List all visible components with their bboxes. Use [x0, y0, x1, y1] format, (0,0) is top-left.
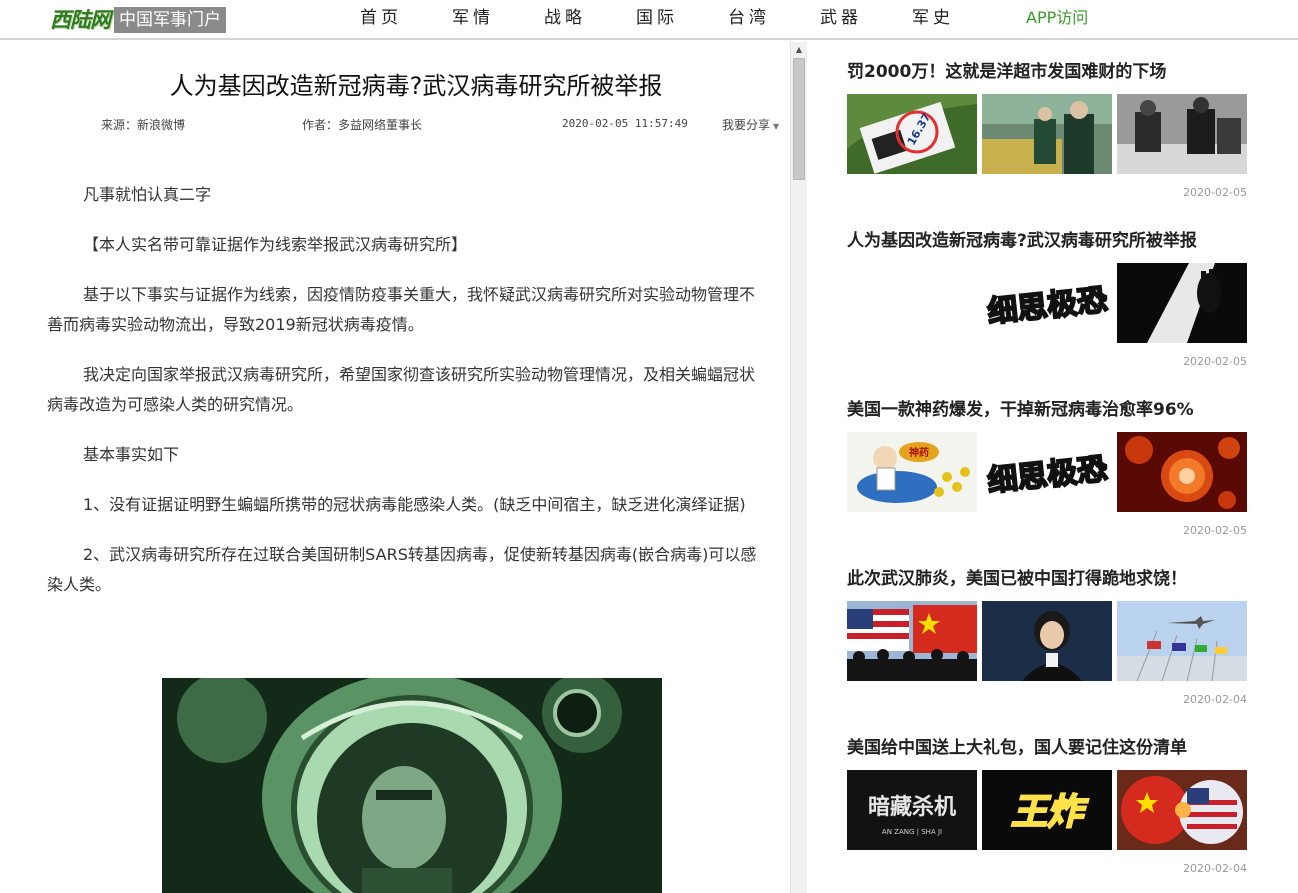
article-paragraph: 我决定向国家举报武汉病毒研究所，希望国家彻查该研究所实验动物管理情况，及相关蝙蝠… [47, 365, 756, 414]
thumb-virus[interactable] [1117, 432, 1247, 512]
sidebar-news-title[interactable]: 罚2000万！这就是洋超市发国难财的下场 [847, 61, 1247, 83]
sidebar-thumbs [847, 601, 1247, 681]
nav-app-download[interactable]: APP访问 [1026, 0, 1088, 36]
thumb-xisi-jikong[interactable]: 细思极恐 [982, 263, 1112, 343]
logo-mark: 西陆网 [48, 7, 114, 33]
sidebar-news-title[interactable]: 美国给中国送上大礼包，国人要记住这份清单 [847, 737, 1247, 759]
nav-taiwan[interactable]: 台湾 [703, 0, 795, 38]
share-label: 我要分享 [722, 118, 771, 132]
thumb-anzang-shaji[interactable]: 暗藏杀机 AN ZANG | SHA JI [847, 770, 977, 850]
sidebar-news-title[interactable]: 人为基因改造新冠病毒?武汉病毒研究所被举报 [847, 230, 1247, 252]
sidebar-thumbs: 神药 细思极恐 [847, 432, 1247, 512]
article-body: 凡事就怕认真二字 【本人实名带可靠证据作为线索举报武汉病毒研究所】 基于以下事实… [47, 180, 769, 620]
sidebar-news-item: 美国一款神药爆发，干掉新冠病毒治愈率96% 神药 细思极恐 2020-02-05 [847, 399, 1247, 537]
thumb-spokesperson[interactable] [982, 601, 1112, 681]
article-paragraph: 【本人实名带可靠证据作为线索举报武汉病毒研究所】 [83, 235, 468, 254]
sidebar-thumbs: 16.37 [847, 94, 1247, 174]
article-paragraph: 凡事就怕认真二字 [83, 185, 212, 204]
thumb-shadow-hand[interactable] [1117, 263, 1247, 343]
article-title: 人为基因改造新冠病毒?武汉病毒研究所被举报 [169, 72, 663, 100]
caret-down-icon: ▼ [773, 122, 780, 131]
article-paragraph: 1、没有证据证明野生蝙蝠所携带的冠状病毒能感染人类。(缺乏中间宿主，缺乏进化演绎… [83, 495, 746, 514]
scroll-up-arrow-icon[interactable]: ▲ [791, 42, 807, 58]
thumb-flags-plane[interactable] [1117, 601, 1247, 681]
anzang-pinyin-text: AN ZANG | SHA JI [882, 828, 942, 836]
nav-military-news[interactable]: 军情 [427, 0, 519, 38]
nav-international[interactable]: 国际 [611, 0, 703, 38]
thumb-price-tag[interactable]: 16.37 [847, 94, 977, 174]
sidebar-thumbs: 暗藏杀机 AN ZANG | SHA JI 王炸 [847, 770, 1247, 850]
scroll-thumb[interactable] [793, 58, 805, 180]
article-time: 2020-02-05 11:57:49 [562, 117, 688, 130]
sidebar-news-item: 人为基因改造新冠病毒?武汉病毒研究所被举报 细思极恐 2020-02-05 [847, 230, 1247, 368]
logo-subtitle: 中国军事门户 [114, 7, 226, 33]
share-button[interactable]: 我要分享 ▼ [722, 116, 779, 133]
nav-strategy[interactable]: 战略 [519, 0, 611, 38]
article-image-hazmat [162, 678, 662, 893]
thumb-flag-fists[interactable] [1117, 770, 1247, 850]
thumb-inspection[interactable] [982, 94, 1112, 174]
thumb-police-raid[interactable] [1117, 94, 1247, 174]
sidebar-thumbs: 细思极恐 [847, 263, 1247, 343]
thumb-miracle-drug-cartoon[interactable]: 神药 [847, 432, 977, 512]
sidebar-news-title[interactable]: 美国一款神药爆发，干掉新冠病毒治愈率96% [847, 399, 1247, 421]
sidebar-news-date: 2020-02-04 [1183, 693, 1247, 706]
article-author: 作者：多益网络董事长 [302, 118, 423, 132]
sidebar-news-date: 2020-02-05 [1183, 355, 1247, 368]
nav-military-history[interactable]: 军史 [887, 0, 979, 38]
nav-weapons[interactable]: 武器 [795, 0, 887, 38]
anzang-text: 暗藏杀机 [868, 794, 956, 820]
article-paragraph: 2、武汉病毒研究所存在过联合美国研制SARS转基因病毒，促使新转基因病毒(嵌合病… [47, 545, 757, 594]
nav-home[interactable]: 首页 [335, 0, 427, 38]
thumb-xisi-jikong[interactable]: 细思极恐 [982, 432, 1112, 512]
wangzha-text: 王炸 [1011, 792, 1089, 833]
article-paragraph: 基于以下事实与证据作为线索，因疫情防疫事关重大，我怀疑武汉病毒研究所对实验动物管… [47, 285, 756, 334]
sidebar-news-date: 2020-02-05 [1183, 524, 1247, 537]
sidebar-news-item: 罚2000万！这就是洋超市发国难财的下场 16.37 2020-02-05 [847, 61, 1247, 199]
article-paragraph: 基本事实如下 [83, 445, 180, 464]
article-pane: 人为基因改造新冠病毒?武汉病毒研究所被举报 来源：新浪微博 作者：多益网络董事长… [0, 42, 790, 893]
sidebar-news-date: 2020-02-05 [1183, 186, 1247, 199]
thumb-wangzha[interactable]: 王炸 [982, 770, 1112, 850]
top-bar: 西陆网 中国军事门户 首页 军情 战略 国际 台湾 武器 军史 APP访问 [0, 0, 1298, 40]
main-nav: 首页 军情 战略 国际 台湾 武器 军史 [335, 0, 979, 38]
article-scrollbar[interactable]: ▲ [790, 42, 807, 893]
thumb-us-china-flags[interactable] [847, 601, 977, 681]
article-source: 来源：新浪微博 [101, 118, 186, 132]
sidebar-news-title[interactable]: 此次武汉肺炎，美国已被中国打得跪地求饶！ [847, 568, 1247, 590]
shenyao-text: 神药 [909, 446, 929, 459]
sidebar-news-item: 美国给中国送上大礼包，国人要记住这份清单 暗藏杀机 AN ZANG | SHA … [847, 737, 1247, 875]
site-logo[interactable]: 西陆网 中国军事门户 [48, 7, 226, 33]
sidebar-news-date: 2020-02-04 [1183, 862, 1247, 875]
sidebar-news-item: 此次武汉肺炎，美国已被中国打得跪地求饶！ 2020-02-04 [847, 568, 1247, 706]
